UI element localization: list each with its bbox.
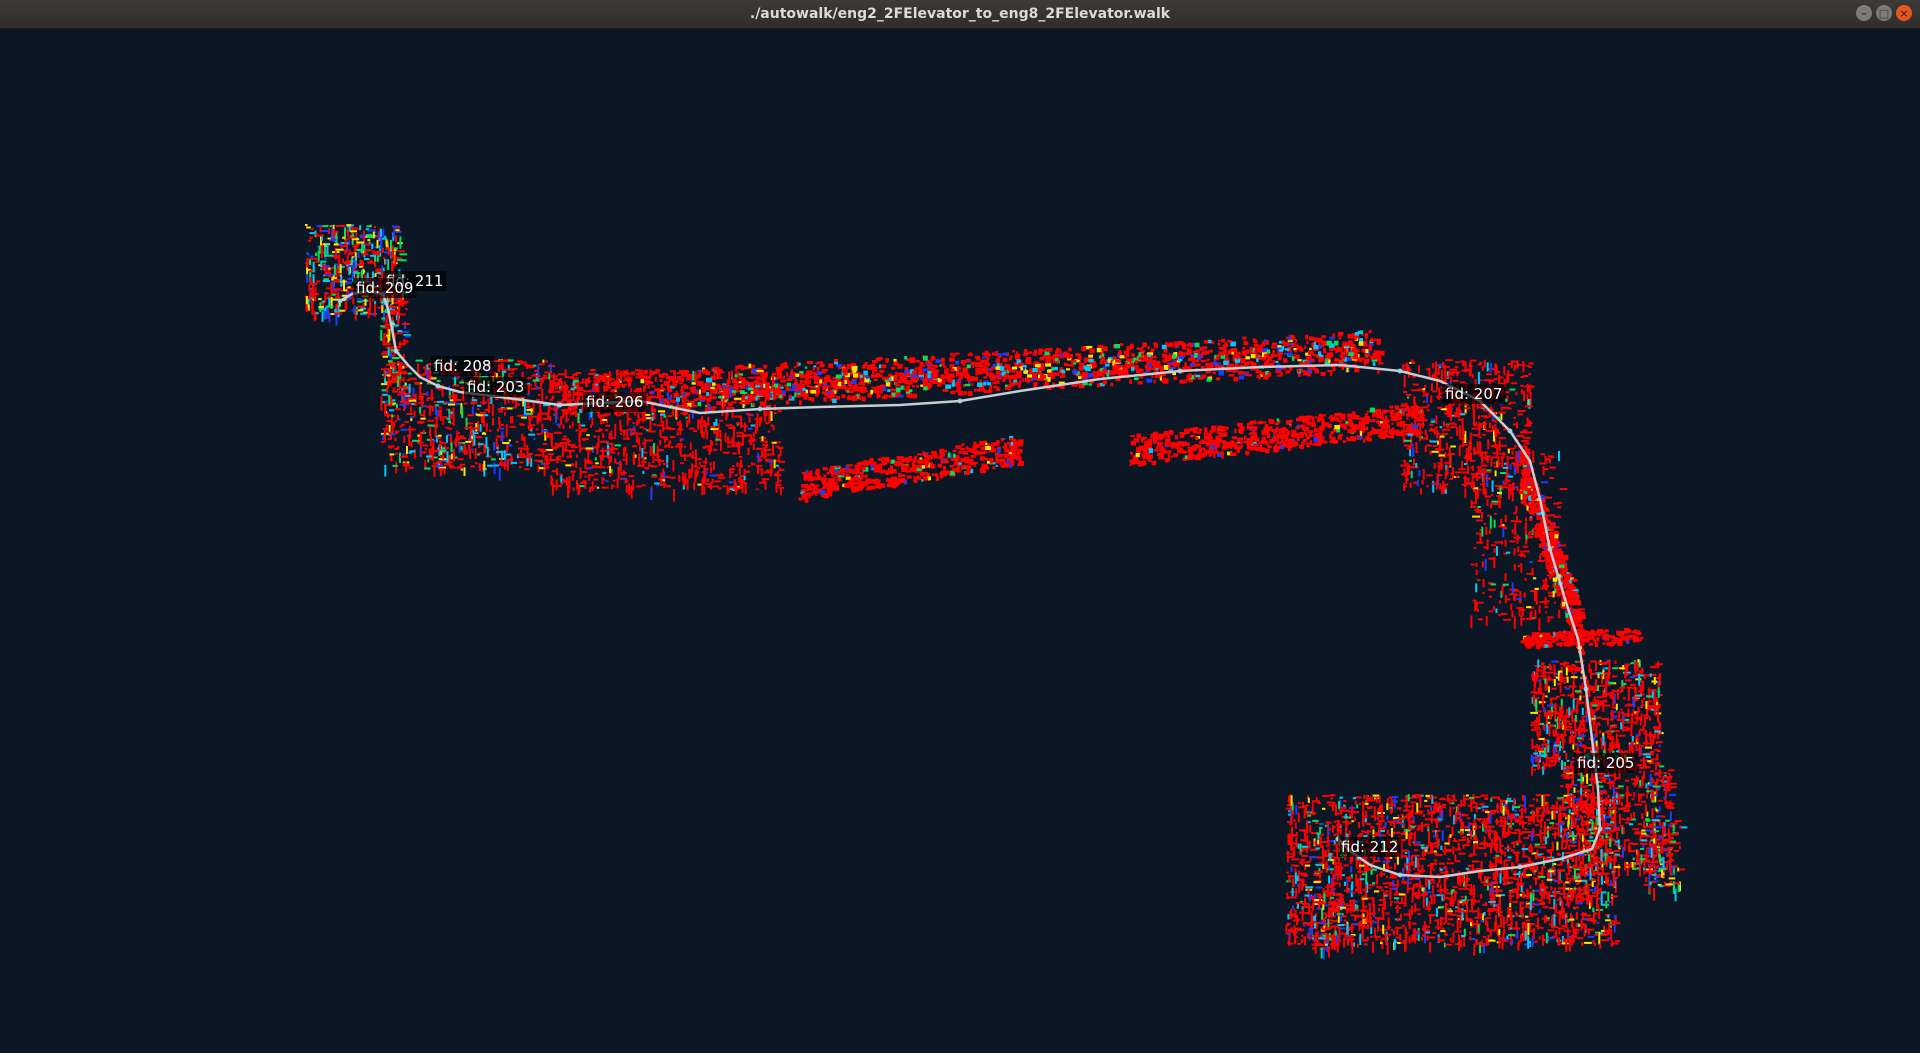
fiducial-label: fid: 209 [353,278,417,298]
point-cloud-map[interactable]: fid: 211fid: 209fid: 208fid: 203fid: 206… [0,29,1920,1053]
close-button[interactable]: × [1896,5,1912,21]
window-controls: – □ × [1856,5,1912,21]
fiducial-label-text: fid: 212 [1341,838,1398,856]
fiducial-label-text: fid: 207 [1445,385,1502,403]
fiducial-label: fid: 203 [464,377,528,397]
fiducial-label-text: fid: 206 [586,393,643,411]
fiducial-label-text: fid: 205 [1577,754,1634,772]
maximize-button[interactable]: □ [1876,5,1892,21]
minimize-button[interactable]: – [1856,5,1872,21]
fiducial-label-text: fid: 209 [356,279,413,297]
fiducial-label: fid: 206 [583,392,647,412]
fiducial-label: fid: 208 [431,356,495,376]
point-cloud [305,224,1688,960]
fiducial-label: fid: 212 [1338,837,1402,857]
window-title: ./autowalk/eng2_2FElevator_to_eng8_2FEle… [749,6,1171,22]
fiducial-label: fid: 207 [1442,384,1506,404]
title-bar[interactable]: ./autowalk/eng2_2FElevator_to_eng8_2FEle… [0,0,1920,29]
fiducial-label: fid: 205 [1574,753,1638,773]
fiducial-label-text: fid: 203 [467,378,524,396]
fiducial-label-text: fid: 208 [434,357,491,375]
app-window: ./autowalk/eng2_2FElevator_to_eng8_2FEle… [0,0,1920,1053]
fiducial-labels: fid: 211fid: 209fid: 208fid: 203fid: 206… [353,271,1638,857]
map-viewport[interactable]: fid: 211fid: 209fid: 208fid: 203fid: 206… [0,29,1920,1053]
